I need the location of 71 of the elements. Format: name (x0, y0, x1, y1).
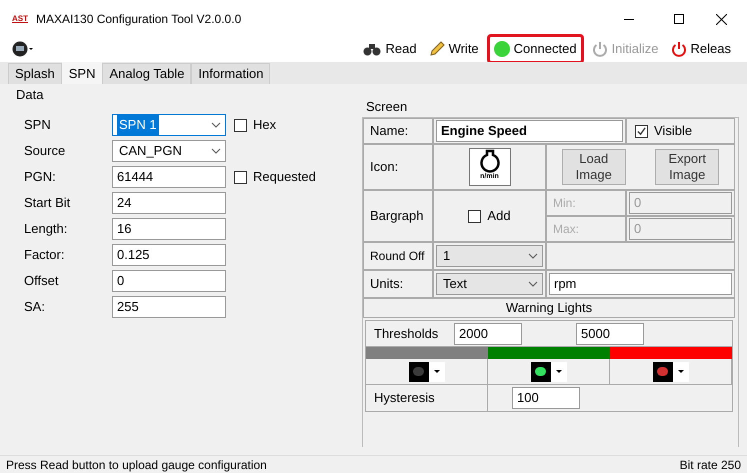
field-label: Thresholds (374, 324, 440, 343)
chevron-down-icon (211, 122, 221, 128)
field-label: Round Off (370, 248, 424, 265)
power-icon (592, 41, 608, 57)
field-label: Factor: (24, 246, 66, 264)
image-button[interactable]: Export Image (655, 149, 720, 185)
field-label: Name: (370, 122, 408, 140)
chevron-down-icon (528, 253, 538, 259)
dropdown[interactable]: CAN_PGN (112, 140, 226, 162)
status-message: Press Read button to upload gauge configuration (6, 456, 267, 473)
section-title: Warning Lights (506, 299, 592, 318)
checkbox[interactable]: Add (468, 206, 511, 226)
input-field[interactable]: 0 (112, 270, 226, 292)
field-label: Icon: (370, 158, 398, 176)
field-label: Start Bit (24, 194, 72, 212)
input-field[interactable]: 100 (512, 387, 580, 409)
maximize-icon[interactable] (674, 14, 684, 24)
chevron-down-icon (211, 148, 221, 154)
toolbar-button[interactable]: Releas (666, 39, 735, 59)
field-label: Max: (553, 221, 580, 238)
field-label: Length: (24, 220, 68, 238)
tab[interactable]: SPN (62, 62, 102, 84)
dropdown[interactable]: SPN 1 (112, 114, 226, 136)
field-label: Units: (370, 275, 404, 294)
field-label: SA: (24, 298, 46, 316)
toolbar-button[interactable]: Read (359, 39, 421, 59)
field-label: Source (24, 142, 66, 160)
tab[interactable]: Splash (8, 63, 62, 84)
app-logo: AST (12, 13, 28, 25)
status-label: Connected (514, 40, 577, 58)
input-field[interactable]: 0.125 (112, 244, 226, 266)
tab[interactable]: Analog Table (102, 63, 192, 84)
binoculars-icon (363, 42, 382, 56)
input-field[interactable]: 5000 (576, 322, 644, 344)
close-icon[interactable] (716, 14, 727, 24)
input-field[interactable]: 255 (112, 296, 226, 318)
field-label: PGN: (24, 168, 57, 186)
input-field[interactable]: 61444 (112, 166, 226, 188)
minimize-icon[interactable] (624, 18, 634, 20)
dropdown[interactable]: 1 (436, 245, 543, 267)
field-label: SPN (24, 116, 52, 134)
light-color-picker[interactable] (530, 362, 566, 382)
field-label: Min: (553, 195, 576, 212)
chevron-down-icon (528, 281, 538, 287)
caret-icon (432, 369, 440, 374)
input-field[interactable]: 16 (112, 218, 226, 240)
field-label: Hysteresis (366, 385, 488, 411)
dropdown[interactable]: Text (436, 273, 543, 295)
caret-icon (554, 369, 562, 374)
device-menu-icon[interactable] (12, 41, 36, 57)
checkbox[interactable]: Requested (234, 167, 316, 187)
field-label: Bargraph (370, 207, 424, 226)
input-field[interactable]: rpm (549, 273, 732, 295)
checkbox[interactable]: Hex (234, 115, 276, 135)
light-color-picker[interactable] (652, 362, 688, 382)
input-field[interactable]: 2000 (454, 322, 522, 344)
caret-icon (676, 369, 684, 374)
group-title: Data (15, 88, 44, 101)
light-color-picker[interactable] (408, 362, 444, 382)
input-field[interactable]: Engine Speed (436, 120, 623, 142)
toolbar-button[interactable]: Write (424, 39, 483, 59)
tab[interactable]: Information (191, 63, 270, 84)
window-title: MAXAI130 Configuration Tool V2.0.0.0 (36, 11, 242, 28)
input-field[interactable]: 24 (112, 192, 226, 214)
field-label: Offset (24, 272, 60, 290)
pencil-icon (428, 41, 445, 57)
image-button[interactable]: Load Image (562, 149, 626, 185)
power-icon (670, 41, 687, 57)
group-title: Screen (365, 100, 408, 113)
bit-rate: Bit rate 250 (680, 456, 741, 473)
check-icon (637, 126, 646, 136)
